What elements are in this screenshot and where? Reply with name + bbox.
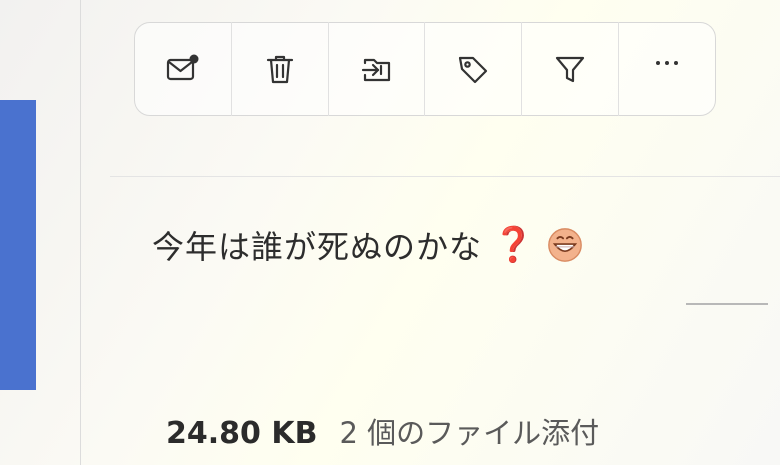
sidebar-selected-indicator <box>0 100 36 390</box>
pane-divider <box>80 0 81 465</box>
grinning-face-icon <box>548 228 583 262</box>
message-text: 今年は誰が死ぬのかな <box>152 228 483 266</box>
question-mark-emoji: ❓ <box>492 225 535 265</box>
delete-button[interactable] <box>232 22 329 116</box>
move-to-folder-icon <box>361 58 390 82</box>
header-separator <box>110 176 780 177</box>
attachment-size: 24.80 KB <box>166 416 318 451</box>
attachment-summary[interactable]: 24.80 KB 2 個のファイル添付 <box>166 410 599 452</box>
message-body: 今年は誰が死ぬのかな ❓ <box>152 222 584 268</box>
mark-unread-button[interactable] <box>135 22 232 116</box>
attachment-count: 2 個のファイル添付 <box>339 416 600 450</box>
filter-button[interactable] <box>522 22 620 116</box>
tag-button[interactable] <box>425 22 523 116</box>
filter-icon <box>556 56 585 83</box>
message-toolbar <box>134 22 716 116</box>
mark-unread-icon <box>166 54 199 81</box>
tag-icon <box>459 56 488 84</box>
more-button[interactable] <box>619 22 715 116</box>
trash-icon <box>266 55 293 84</box>
more-icon <box>656 61 679 65</box>
move-button[interactable] <box>329 22 426 116</box>
signature-divider <box>686 303 768 305</box>
